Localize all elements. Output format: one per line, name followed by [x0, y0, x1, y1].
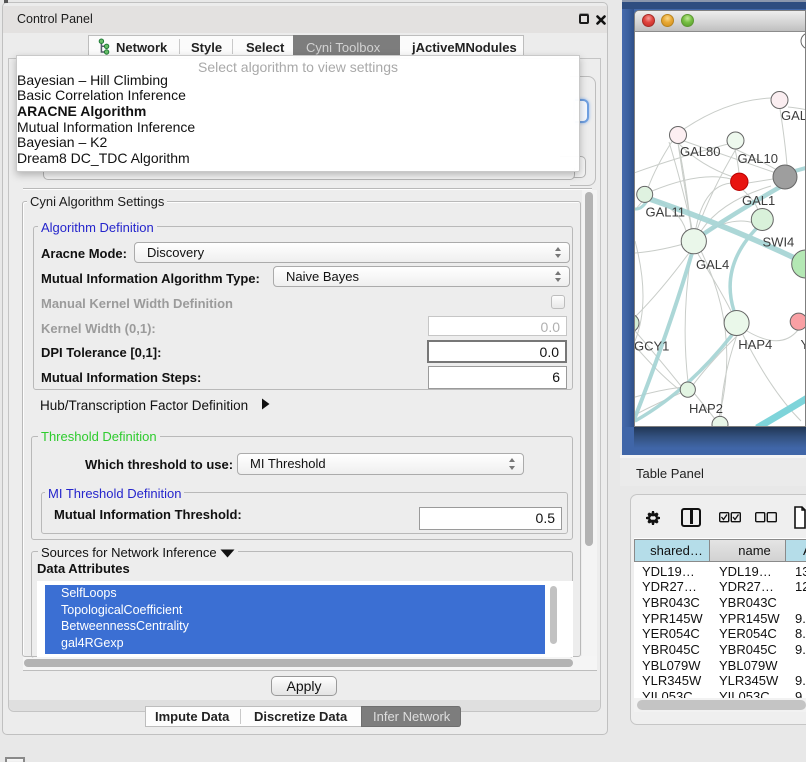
svg-text:Y: Y [801, 337, 806, 352]
svg-text:GAL1: GAL1 [742, 193, 775, 208]
svg-text:HAP4: HAP4 [738, 337, 772, 352]
svg-text:GAL80: GAL80 [680, 144, 720, 159]
svg-text:GAL11: GAL11 [646, 205, 686, 220]
svg-text:GAL4: GAL4 [696, 257, 729, 272]
svg-text:GAL: GAL [781, 108, 806, 123]
svg-text:HAP2: HAP2 [689, 401, 723, 416]
svg-text:GCY1: GCY1 [635, 339, 669, 354]
svg-text:SWI4: SWI4 [763, 235, 795, 250]
svg-text:GAL10: GAL10 [738, 151, 778, 166]
